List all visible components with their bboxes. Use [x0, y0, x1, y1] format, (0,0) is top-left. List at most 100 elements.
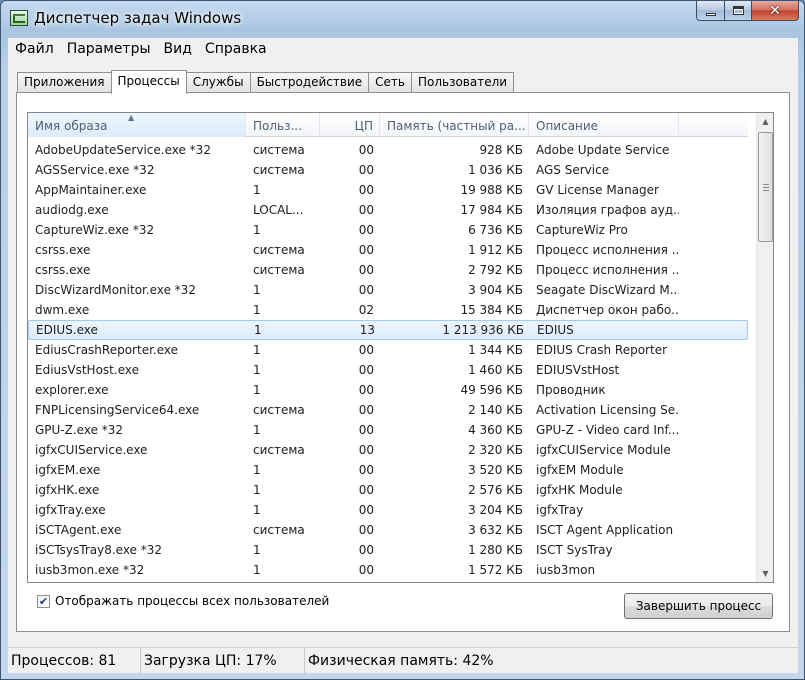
user-cell: 1 [253, 303, 261, 317]
tab-services[interactable]: Службы [185, 72, 251, 93]
menu-bar: Файл Параметры Вид Справка [8, 38, 798, 60]
description-cell: GPU-Z - Video card Inf... [536, 423, 679, 437]
cpu-cell: 00 [358, 503, 374, 517]
scroll-up-icon: ▲ [762, 117, 769, 126]
table-row[interactable]: EDIUS.exe 1 13 1 213 936 КБ EDIUS [28, 320, 748, 340]
vertical-scrollbar[interactable]: ▲ ▼ [756, 113, 773, 582]
table-row[interactable]: igfxHK.exe 1 00 2 576 КБ igfxHK Module [28, 480, 748, 500]
image-name-cell: igfxCUIService.exe [35, 443, 148, 457]
description-cell: igfxCUIService Module [536, 443, 671, 457]
user-cell: система [253, 263, 305, 277]
close-button[interactable]: ✕ [752, 1, 799, 21]
description-cell: Activation Licensing Se... [536, 403, 679, 417]
table-row[interactable]: GPU-Z.exe *32 1 00 4 360 КБ GPU-Z - Video ca… [28, 420, 748, 440]
user-cell: 1 [253, 463, 261, 477]
user-cell: LOCAL... [253, 203, 304, 217]
image-name-cell: audiodg.exe [35, 203, 109, 217]
memory-cell: 1 912 КБ [468, 243, 523, 257]
user-cell: система [253, 443, 305, 457]
column-cpu[interactable]: ЦП [320, 113, 380, 137]
task-manager-window: Диспетчер задач Windows ✕ Файл Параметры… [0, 0, 805, 680]
table-row[interactable]: iusb3mon.exe *32 1 00 1 572 КБ iusb3mon [28, 560, 748, 580]
table-row[interactable]: AGSService.exe *32 система 00 1 036 КБ AGS S… [28, 160, 748, 180]
maximize-icon [732, 6, 744, 15]
column-description[interactable]: Описание [529, 113, 679, 137]
scroll-thumb[interactable] [758, 132, 773, 242]
description-cell: Процесс исполнения ... [536, 263, 679, 277]
image-name-cell: EdiusVstHost.exe [35, 363, 139, 377]
scroll-down-button[interactable]: ▼ [757, 565, 773, 582]
memory-cell: 1 344 КБ [468, 343, 523, 357]
menu-help[interactable]: Справка [198, 38, 273, 59]
table-row[interactable]: AppMaintainer.exe 1 00 19 988 КБ GV License … [28, 180, 748, 200]
cpu-cell: 00 [358, 183, 374, 197]
memory-cell: 4 360 КБ [468, 423, 523, 437]
tab-users[interactable]: Пользователи [410, 72, 515, 93]
process-list[interactable]: ▲ Имя образа Польз... ЦП Память (частный… [27, 112, 774, 583]
user-cell: 1 [253, 543, 261, 557]
table-row[interactable]: iSCTAgent.exe система 00 3 632 КБ ISCT Agent… [28, 520, 748, 540]
cpu-cell: 00 [358, 223, 374, 237]
user-cell: 1 [253, 423, 261, 437]
table-row[interactable]: EdiusCrashReporter.exe 1 00 1 344 КБ EDIUS C… [28, 340, 748, 360]
memory-cell: 6 736 КБ [468, 223, 523, 237]
column-image-name[interactable]: ▲ Имя образа [28, 113, 246, 137]
image-name-cell: AppMaintainer.exe [35, 183, 147, 197]
table-row[interactable]: dwm.exe 1 02 15 384 КБ Диспетчер окон рабо..… [28, 300, 748, 320]
maximize-button[interactable] [725, 1, 752, 21]
tab-networking[interactable]: Сеть [368, 72, 412, 93]
column-user[interactable]: Польз... [246, 113, 320, 137]
description-cell: Диспетчер окон рабо... [536, 303, 679, 317]
description-cell: GV License Manager [536, 183, 659, 197]
process-rows: AdobeUpdateService.exe *32 система 00 928 К… [28, 140, 748, 580]
table-row[interactable]: igfxEM.exe 1 00 3 520 КБ igfxEM Module [28, 460, 748, 480]
image-name-cell: csrss.exe [35, 243, 91, 257]
title-bar[interactable]: Диспетчер задач Windows ✕ [1, 1, 804, 35]
user-cell: система [253, 243, 305, 257]
user-cell: 1 [253, 343, 261, 357]
column-memory[interactable]: Память (частный ра... [380, 113, 529, 137]
menu-view[interactable]: Вид [157, 38, 198, 59]
table-row[interactable]: AdobeUpdateService.exe *32 система 00 928 К… [28, 140, 748, 160]
client-area: Файл Параметры Вид Справка Приложения Пр… [8, 38, 798, 674]
table-row[interactable]: DiscWizardMonitor.exe *32 1 00 3 904 КБ Seag… [28, 280, 748, 300]
description-cell: EDIUS Crash Reporter [536, 343, 668, 357]
table-row[interactable]: igfxTray.exe 1 00 3 204 КБ igfxTray [28, 500, 748, 520]
tab-applications[interactable]: Приложения [17, 72, 112, 93]
table-row[interactable]: audiodg.exe LOCAL... 00 17 984 КБ Изоляция г… [28, 200, 748, 220]
image-name-cell: iSCTAgent.exe [35, 523, 122, 537]
table-row[interactable]: EdiusVstHost.exe 1 00 1 460 КБ EDIUSVstHost [28, 360, 748, 380]
table-row[interactable]: explorer.exe 1 00 49 596 КБ Проводник [28, 380, 748, 400]
table-row[interactable]: csrss.exe система 00 2 792 КБ Процесс исполн… [28, 260, 748, 280]
cpu-cell: 02 [358, 303, 374, 317]
minimize-button[interactable] [696, 1, 725, 21]
image-name-cell: igfxHK.exe [35, 483, 100, 497]
show-all-users-option[interactable]: ✔ Отображать процессы всех пользователей [37, 594, 329, 608]
menu-options[interactable]: Параметры [60, 38, 157, 59]
table-row[interactable]: FNPLicensingService64.exe система 00 2 140 … [28, 400, 748, 420]
description-cell: Изоляция графов ауд... [536, 203, 679, 217]
memory-cell: 1 460 КБ [468, 363, 523, 377]
image-name-cell: AdobeUpdateService.exe *32 [35, 143, 211, 157]
cpu-cell: 00 [358, 143, 374, 157]
show-all-users-label[interactable]: Отображать процессы всех пользователей [55, 594, 329, 608]
menu-file[interactable]: Файл [8, 38, 60, 59]
tab-processes[interactable]: Процессы [110, 70, 187, 94]
user-cell: 1 [254, 323, 262, 337]
description-cell: igfxTray [536, 503, 584, 517]
memory-cell: 2 320 КБ [468, 443, 523, 457]
show-all-users-checkbox[interactable]: ✔ [37, 594, 50, 608]
scroll-up-button[interactable]: ▲ [757, 113, 773, 130]
tab-performance[interactable]: Быстродействие [249, 72, 370, 93]
image-name-cell: igfxTray.exe [35, 503, 106, 517]
cpu-cell: 00 [358, 203, 374, 217]
description-cell: Процесс исполнения ... [536, 243, 679, 257]
table-row[interactable]: igfxCUIService.exe система 00 2 320 КБ igfxC… [28, 440, 748, 460]
table-row[interactable]: iSCTsysTray8.exe *32 1 00 1 280 КБ ISCT SysT… [28, 540, 748, 560]
user-cell: 1 [253, 383, 261, 397]
table-row[interactable]: CaptureWiz.exe *32 1 00 6 736 КБ CaptureWiz … [28, 220, 748, 240]
end-process-button[interactable]: Завершить процесс [624, 593, 773, 619]
memory-cell: 49 596 КБ [460, 383, 523, 397]
user-cell: 1 [253, 283, 261, 297]
table-row[interactable]: csrss.exe система 00 1 912 КБ Процесс исполн… [28, 240, 748, 260]
